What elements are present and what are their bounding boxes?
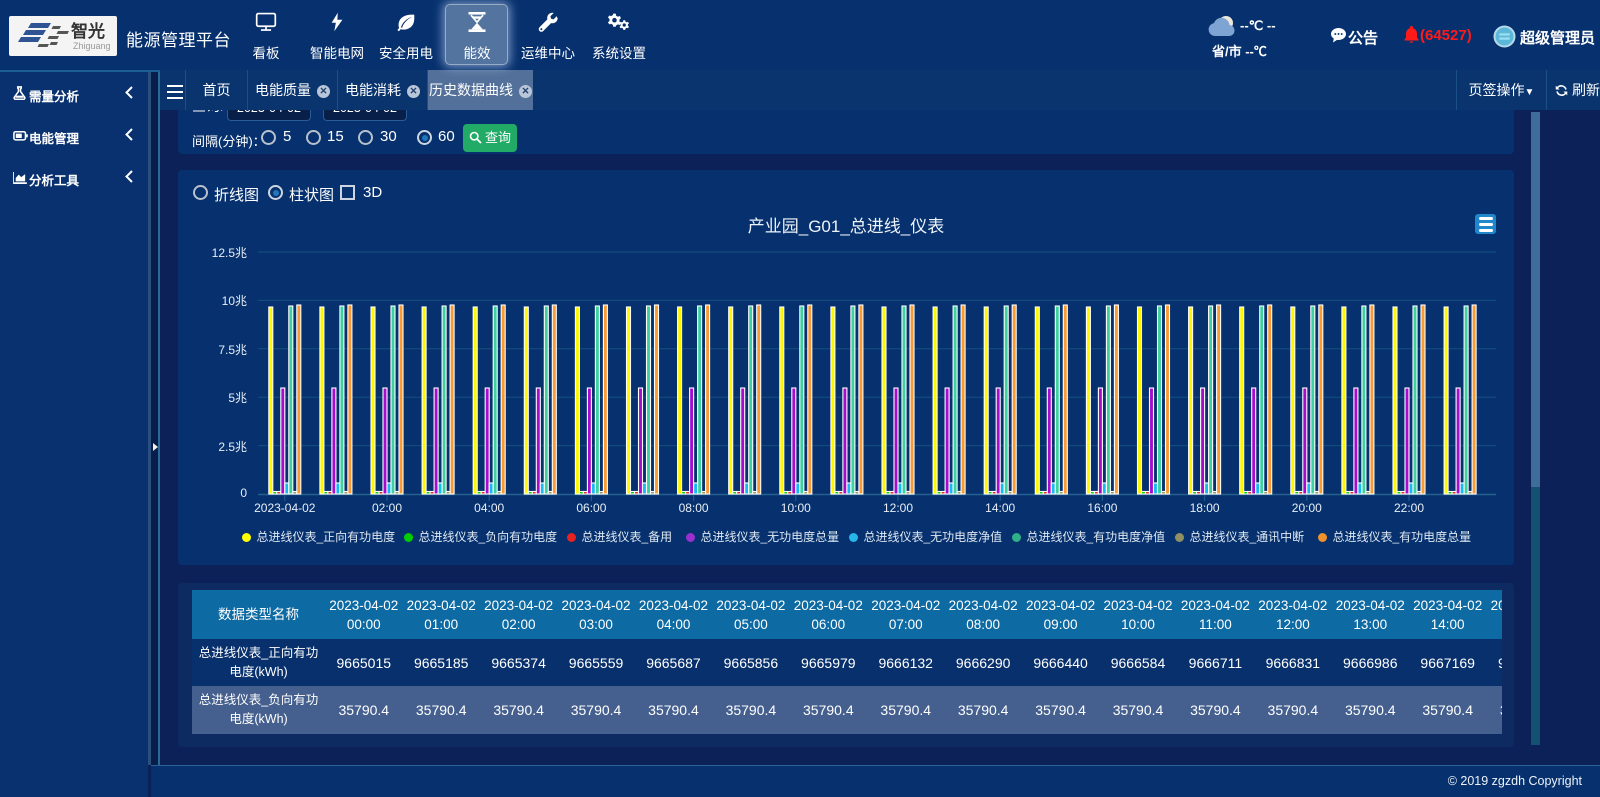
svg-text:智光: 智光 — [71, 21, 105, 41]
svg-text:Zhiguang: Zhiguang — [73, 41, 111, 51]
